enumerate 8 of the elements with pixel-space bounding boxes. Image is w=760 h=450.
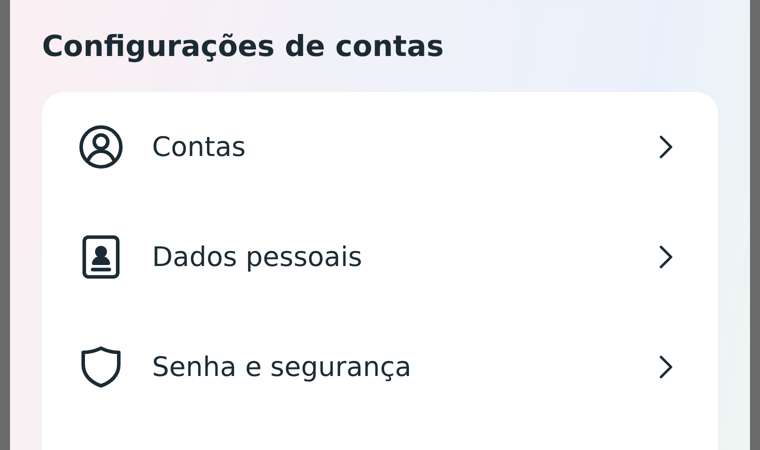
person-icon [78,124,124,170]
chevron-right-icon [658,134,674,160]
section-title: Configurações de contas [42,28,445,65]
settings-item[interactable]: Contas [78,92,694,202]
settings-item[interactable]: Dados pessoais [78,202,694,312]
chevron-right-icon [658,244,674,270]
settings-item[interactable]: Senha e segurança [78,312,694,422]
chevron-right-icon [658,354,674,380]
